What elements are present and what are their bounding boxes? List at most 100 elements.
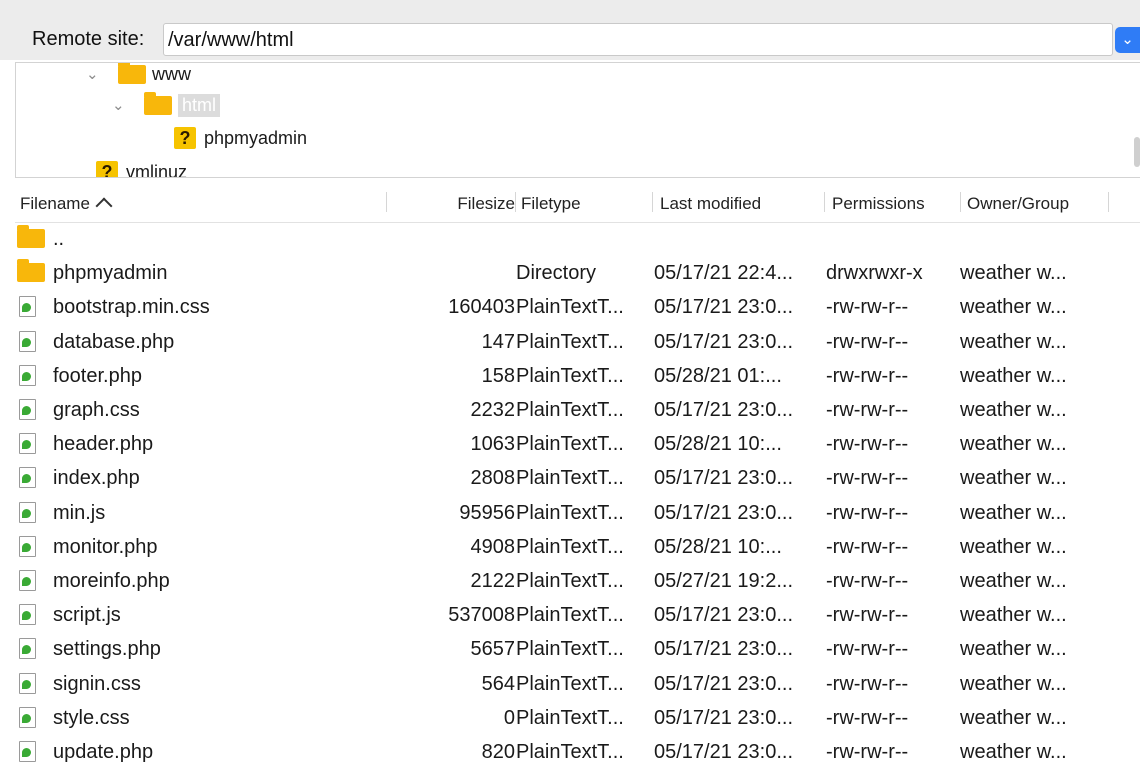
file-permissions: -rw-rw-r--	[826, 296, 909, 319]
file-list-header: Filename Filesize Filetype Last modified…	[15, 182, 1140, 223]
file-last-modified: 05/17/21 23:0...	[654, 672, 794, 695]
question-icon: ?	[174, 127, 196, 149]
file-size: 95956	[459, 501, 515, 524]
file-name: index.php	[53, 467, 140, 490]
file-name: moreinfo.php	[53, 570, 170, 592]
file-row[interactable]: moreinfo.php 2122 PlainTextT... 05/27/21 19…	[15, 564, 1140, 598]
text-file-icon	[19, 501, 36, 523]
file-type: PlainTextT...	[516, 535, 624, 558]
text-file-icon	[19, 399, 36, 420]
column-divider[interactable]	[824, 192, 825, 212]
file-row[interactable]: index.php 2808 PlainTextT... 05/17/21 23:0.…	[15, 461, 1140, 495]
file-owner-group: weather w...	[960, 330, 1067, 353]
file-owner-group: weather w...	[960, 262, 1067, 285]
file-type: PlainTextT...	[516, 399, 624, 421]
column-divider[interactable]	[960, 192, 961, 212]
file-size: 1063	[470, 433, 516, 456]
column-divider[interactable]	[515, 192, 516, 212]
folder-icon	[17, 225, 45, 248]
column-divider[interactable]	[652, 192, 653, 212]
column-header-filename[interactable]: Filename	[20, 194, 113, 215]
tree-item-www[interactable]: ⌄ www	[86, 63, 191, 89]
file-name: style.css	[53, 706, 130, 729]
chevron-down-icon[interactable]: ⌄	[86, 65, 108, 83]
file-name: min.js	[53, 501, 106, 524]
file-size: 5657	[470, 638, 516, 661]
file-last-modified: 05/17/21 23:0...	[654, 638, 794, 661]
column-header-filesize[interactable]: Filesize	[401, 194, 515, 214]
column-divider[interactable]	[1108, 192, 1109, 212]
file-name: signin.css	[53, 672, 141, 695]
file-permissions: -rw-rw-r--	[826, 706, 909, 729]
tree-item-vmlinuz[interactable]: ? vmlinuz	[96, 157, 188, 178]
column-header-owner-group[interactable]: Owner/Group	[967, 194, 1069, 214]
file-permissions: -rw-rw-r--	[826, 672, 909, 695]
file-row[interactable]: script.js 537008 PlainTextT... 05/17/21 23:…	[15, 598, 1140, 632]
file-permissions: drwxrwxr-x	[826, 262, 923, 285]
file-name: graph.css	[53, 399, 140, 421]
column-header-permissions[interactable]: Permissions	[832, 194, 925, 214]
file-row[interactable]: graph.css 2232 PlainTextT... 05/17/21 23:0.…	[15, 393, 1140, 427]
file-size: 160403	[448, 296, 515, 319]
file-owner-group: weather w...	[960, 364, 1067, 387]
file-permissions: -rw-rw-r--	[826, 501, 909, 524]
file-row[interactable]: style.css 0 PlainTextT... 05/17/21 23:0... -…	[15, 701, 1140, 735]
file-row[interactable]: update.php 820 PlainTextT... 05/17/21 23:0.…	[15, 735, 1140, 769]
remote-site-path-input[interactable]: /var/www/html	[163, 23, 1113, 56]
file-type: PlainTextT...	[516, 296, 624, 319]
file-row[interactable]: phpmyadmin Directory 05/17/21 22:4... drwxr…	[15, 256, 1140, 290]
file-permissions: -rw-rw-r--	[826, 604, 909, 627]
file-last-modified: 05/17/21 23:0...	[654, 467, 794, 490]
tree-item-label: vmlinuz	[126, 161, 188, 178]
file-type: PlainTextT...	[516, 604, 624, 627]
question-icon: ?	[96, 161, 118, 177]
tree-item-phpmyadmin[interactable]: ? phpmyadmin	[174, 123, 307, 153]
text-file-icon	[19, 604, 36, 626]
file-row[interactable]: database.php 147 PlainTextT... 05/17/21 23:…	[15, 325, 1140, 359]
file-name: phpmyadmin	[53, 262, 168, 285]
file-type: PlainTextT...	[516, 741, 624, 763]
chevron-down-icon[interactable]: ⌄	[112, 96, 134, 114]
file-row[interactable]: settings.php 5657 PlainTextT... 05/17/21 23…	[15, 632, 1140, 666]
file-row[interactable]: footer.php 158 PlainTextT... 05/28/21 01:..…	[15, 359, 1140, 393]
tree-scrollbar[interactable]	[1134, 137, 1140, 167]
column-header-filetype[interactable]: Filetype	[521, 194, 581, 214]
file-name: update.php	[53, 741, 154, 763]
text-file-icon	[19, 296, 36, 318]
file-row[interactable]: monitor.php 4908 PlainTextT... 05/28/21 10:…	[15, 530, 1140, 564]
text-file-icon	[19, 706, 36, 728]
remote-site-dropdown-button[interactable]: ⌄	[1115, 27, 1140, 53]
file-last-modified: 05/27/21 19:2...	[654, 570, 794, 592]
file-owner-group: weather w...	[960, 296, 1067, 319]
tree-item-label: html	[178, 93, 221, 117]
tree-item-html[interactable]: ⌄ html	[112, 90, 221, 120]
file-name: footer.php	[53, 364, 142, 387]
remote-directory-tree[interactable]: ⌄ www ⌄ html ? phpmyadmin ? vmlinuz	[15, 62, 1140, 178]
file-row[interactable]: ..	[15, 222, 1140, 256]
column-header-last-modified[interactable]: Last modified	[660, 194, 761, 214]
file-size: 564	[481, 672, 515, 695]
remote-site-bar: Remote site: /var/www/html ⌄	[0, 0, 1140, 60]
file-size: 158	[481, 364, 515, 387]
file-owner-group: weather w...	[960, 433, 1067, 456]
text-file-icon	[19, 570, 36, 591]
tree-item-label: www	[152, 63, 191, 84]
file-row[interactable]: min.js 95956 PlainTextT... 05/17/21 23:0...…	[15, 496, 1140, 530]
file-permissions: -rw-rw-r--	[826, 399, 909, 421]
file-last-modified: 05/17/21 23:0...	[654, 501, 794, 524]
file-row[interactable]: signin.css 564 PlainTextT... 05/17/21 23:0.…	[15, 667, 1140, 701]
column-divider[interactable]	[386, 192, 387, 212]
file-owner-group: weather w...	[960, 399, 1067, 421]
file-type: PlainTextT...	[516, 433, 624, 456]
file-size: 820	[481, 741, 515, 763]
file-row[interactable]: header.php 1063 PlainTextT... 05/28/21 10:.…	[15, 427, 1140, 461]
file-last-modified: 05/28/21 01:...	[654, 364, 782, 387]
remote-site-label: Remote site:	[32, 28, 145, 50]
file-size: 0	[503, 706, 515, 729]
file-type: PlainTextT...	[516, 501, 624, 524]
text-file-icon	[19, 467, 36, 489]
remote-file-list[interactable]: Filename Filesize Filetype Last modified…	[15, 182, 1140, 774]
file-owner-group: weather w...	[960, 535, 1067, 558]
file-row[interactable]: bootstrap.min.css 160403 PlainTextT... 05/1…	[15, 290, 1140, 324]
tree-item-label: phpmyadmin	[204, 127, 308, 148]
